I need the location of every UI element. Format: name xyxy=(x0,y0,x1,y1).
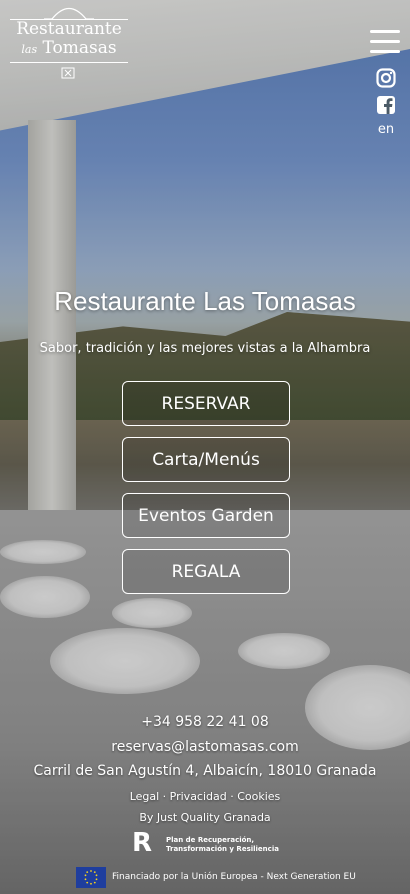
restaurant-logo[interactable]: Restaurante las Tomasas xyxy=(8,0,130,86)
language-switch[interactable]: en xyxy=(370,122,402,137)
recovery-plan-r-icon: R xyxy=(132,828,153,858)
hero-title: Restaurante Las Tomasas xyxy=(54,286,356,316)
phone-link[interactable]: +34 958 22 41 08 xyxy=(0,714,410,730)
logo-rule xyxy=(10,62,128,63)
eu-funding-text: Financiado por la Unión Europea - Next G… xyxy=(112,872,356,882)
credit-link[interactable]: By Just Quality Granada xyxy=(0,811,410,824)
logo-line2-main: Tomasas xyxy=(42,38,117,58)
instagram-icon[interactable] xyxy=(376,68,396,88)
logo-line1: Restaurante xyxy=(16,19,122,39)
recovery-plan-logo: R Plan de Recuperación, Transformación y… xyxy=(132,829,292,857)
pomegranate-icon xyxy=(61,67,75,79)
eu-flag-icon xyxy=(76,867,106,888)
address-text: Carril de San Agustín 4, Albaicín, 18010… xyxy=(33,763,377,779)
facebook-icon[interactable] xyxy=(376,95,396,115)
reservar-button[interactable]: RESERVAR xyxy=(122,381,290,426)
hero-subtitle: Sabor, tradición y las mejores vistas a … xyxy=(39,341,371,356)
legal-links[interactable]: Legal · Privacidad · Cookies xyxy=(0,790,410,803)
gift-button[interactable]: REGALA xyxy=(122,549,290,594)
garden-events-button[interactable]: Eventos Garden xyxy=(122,493,290,538)
logo-line2-small: las xyxy=(21,43,38,56)
logo-line2: las Tomasas xyxy=(8,38,130,60)
plan-line1: Plan de Recuperación, xyxy=(166,836,255,844)
hamburger-menu-icon[interactable] xyxy=(370,30,400,54)
plan-line2: Transformación y Resiliencia xyxy=(166,845,279,853)
email-link[interactable]: reservas@lastomasas.com xyxy=(0,739,410,755)
menu-button[interactable]: Carta/Menús xyxy=(122,437,290,482)
